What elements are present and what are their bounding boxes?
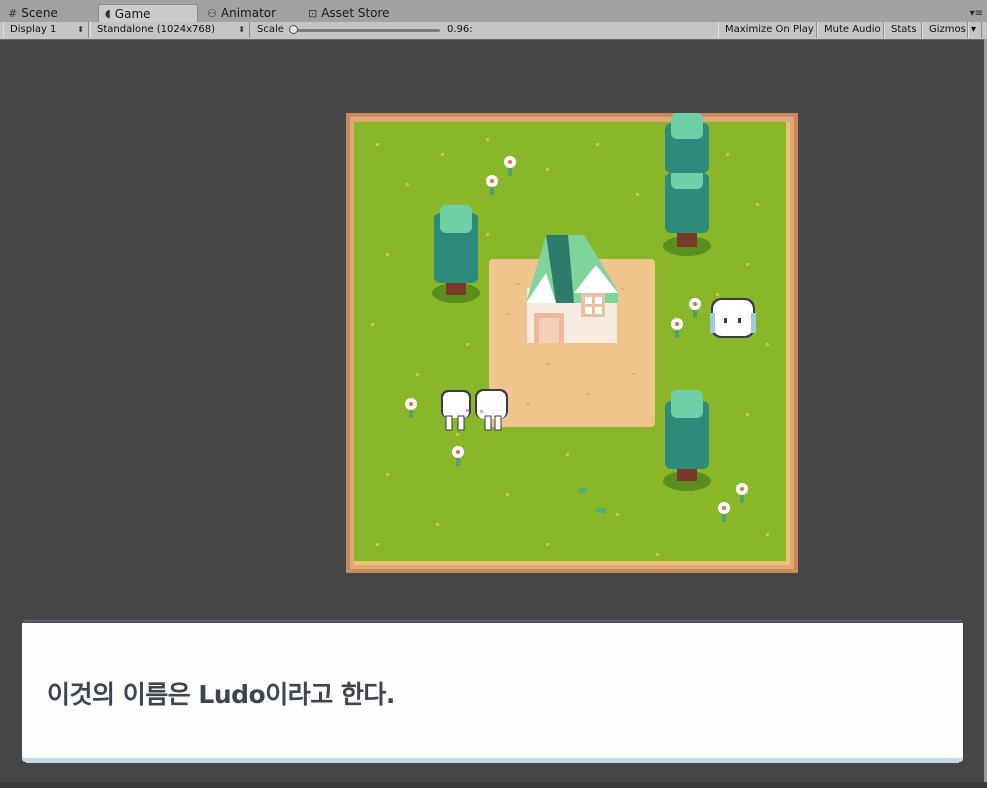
nodes-icon: ⚇ bbox=[207, 6, 217, 20]
tab-asset-store-label: Asset Store bbox=[321, 6, 390, 20]
display-dropdown[interactable]: Display 1 ⬍ bbox=[3, 22, 89, 38]
dropdown-arrow-icon: ⬍ bbox=[77, 25, 84, 34]
gizmos-button[interactable]: Gizmos bbox=[922, 22, 968, 38]
game-toolbar: Display 1 ⬍ Standalone (1024x768) ⬍ Scal… bbox=[0, 22, 987, 40]
scale-value: 0.96: bbox=[447, 24, 473, 35]
resolution-dropdown[interactable]: Standalone (1024x768) ⬍ bbox=[90, 22, 250, 38]
scale-slider-knob[interactable] bbox=[289, 25, 298, 34]
tab-scene-label: Scene bbox=[21, 6, 58, 20]
dropdown-arrow-icon: ⬍ bbox=[238, 25, 245, 34]
bottom-edge bbox=[0, 782, 987, 788]
tab-scene[interactable]: # Scene bbox=[2, 4, 94, 22]
tree-left bbox=[432, 205, 480, 303]
bag-icon: ⊡ bbox=[308, 6, 318, 20]
grid-icon: # bbox=[8, 6, 18, 20]
pacman-icon: ◖ bbox=[105, 7, 111, 20]
tab-game-label: Game bbox=[114, 6, 151, 21]
stats-button[interactable]: Stats bbox=[884, 22, 922, 38]
dialogue-box[interactable]: 이것의 이름은 Ludo이라고 한다. bbox=[22, 621, 963, 763]
gizmos-dropdown-icon[interactable]: ▾ bbox=[968, 22, 982, 38]
game-viewport[interactable] bbox=[346, 113, 798, 573]
editor-tab-bar: # Scene ◖ Game ⚇ Animator ⊡ Asset Store … bbox=[0, 0, 987, 23]
resolution-dropdown-label: Standalone (1024x768) bbox=[97, 24, 216, 35]
tab-asset-store[interactable]: ⊡ Asset Store bbox=[302, 4, 412, 22]
dialogue-text: 이것의 이름은 Ludo이라고 한다. bbox=[47, 680, 395, 709]
mute-audio-button[interactable]: Mute Audio bbox=[817, 22, 884, 38]
scale-label: Scale bbox=[257, 24, 284, 35]
scale-slider-track[interactable] bbox=[294, 29, 440, 32]
ludo-character-3 bbox=[710, 298, 756, 338]
maximize-on-play-button[interactable]: Maximize On Play bbox=[718, 22, 817, 38]
display-dropdown-label: Display 1 bbox=[10, 24, 57, 35]
tab-menu-icon[interactable]: ▾≡ bbox=[970, 8, 983, 19]
tab-animator-label: Animator bbox=[220, 6, 277, 20]
tab-game[interactable]: ◖ Game bbox=[98, 4, 198, 22]
tree-right-bottom bbox=[663, 390, 711, 491]
tab-animator[interactable]: ⚇ Animator bbox=[201, 4, 301, 22]
